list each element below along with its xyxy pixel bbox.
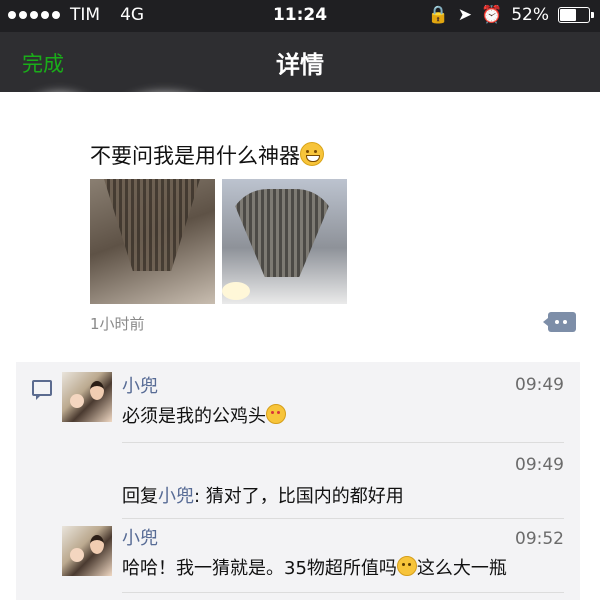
comment-time: 09:49 [515,455,564,475]
nav-bar: 完成 详情 [0,32,600,92]
comment-menu-button[interactable] [543,312,576,332]
comment-text-content: 必须是我的公鸡头 [122,406,266,427]
page-title: 详情 [276,51,324,79]
heart-eyes-emoji-icon [266,404,286,424]
reply-target-name[interactable]: 小兜 [158,486,194,507]
comment-text-part-b: 这么大一瓶 [416,558,507,579]
rotation-lock-icon: 🔒 [427,5,449,25]
post-text-content: 不要问我是用什么神器 [90,144,300,168]
divider [122,518,564,519]
commenter-name[interactable]: 小兜 [122,372,158,398]
alarm-icon: ⏰ [481,5,503,25]
metal-filter-cone [228,189,336,277]
comment-icon [32,380,52,400]
comments-section: 小兜 09:49 必须是我的公鸡头 09:49 回复小兜: 猜对了，比国内的都好… [16,362,580,600]
comment-text: 哈哈！我一猜就是。35物超所值吗 这么大一瓶 [122,554,507,580]
status-bar: TIM 4G 11:24 🔒 ➤ ⏰ 52% [0,0,600,32]
comment-text-part-a: 哈哈！我一猜就是。35物超所值吗 [122,558,397,579]
battery-percent: 52% [511,5,549,25]
divider [122,442,564,443]
post-time: 1小时前 [90,315,145,333]
comment-text: 必须是我的公鸡头 [122,402,286,428]
metal-filter-cone [104,179,200,271]
thinking-emoji-icon [396,556,417,576]
battery-icon [558,7,594,23]
post-photo-2[interactable] [222,179,347,304]
blur-overlay [120,95,210,135]
reply-label: 回复 [122,486,158,507]
location-icon: ➤ [457,5,473,25]
divider [122,592,564,593]
reply-text: 回复小兜: 猜对了，比国内的都好用 [122,482,404,508]
post-photo-1[interactable] [90,179,215,304]
reply-text-content: : 猜对了，比国内的都好用 [194,486,404,507]
comment-time: 09:52 [515,529,564,549]
avatar[interactable] [62,372,112,422]
comment-time: 09:49 [515,375,564,395]
avatar[interactable] [62,526,112,576]
lamp-glow [222,282,250,300]
commenter-name[interactable]: 小兜 [122,524,158,550]
post-text: 不要问我是用什么神器 [90,140,324,170]
grinning-emoji-icon [300,142,324,166]
